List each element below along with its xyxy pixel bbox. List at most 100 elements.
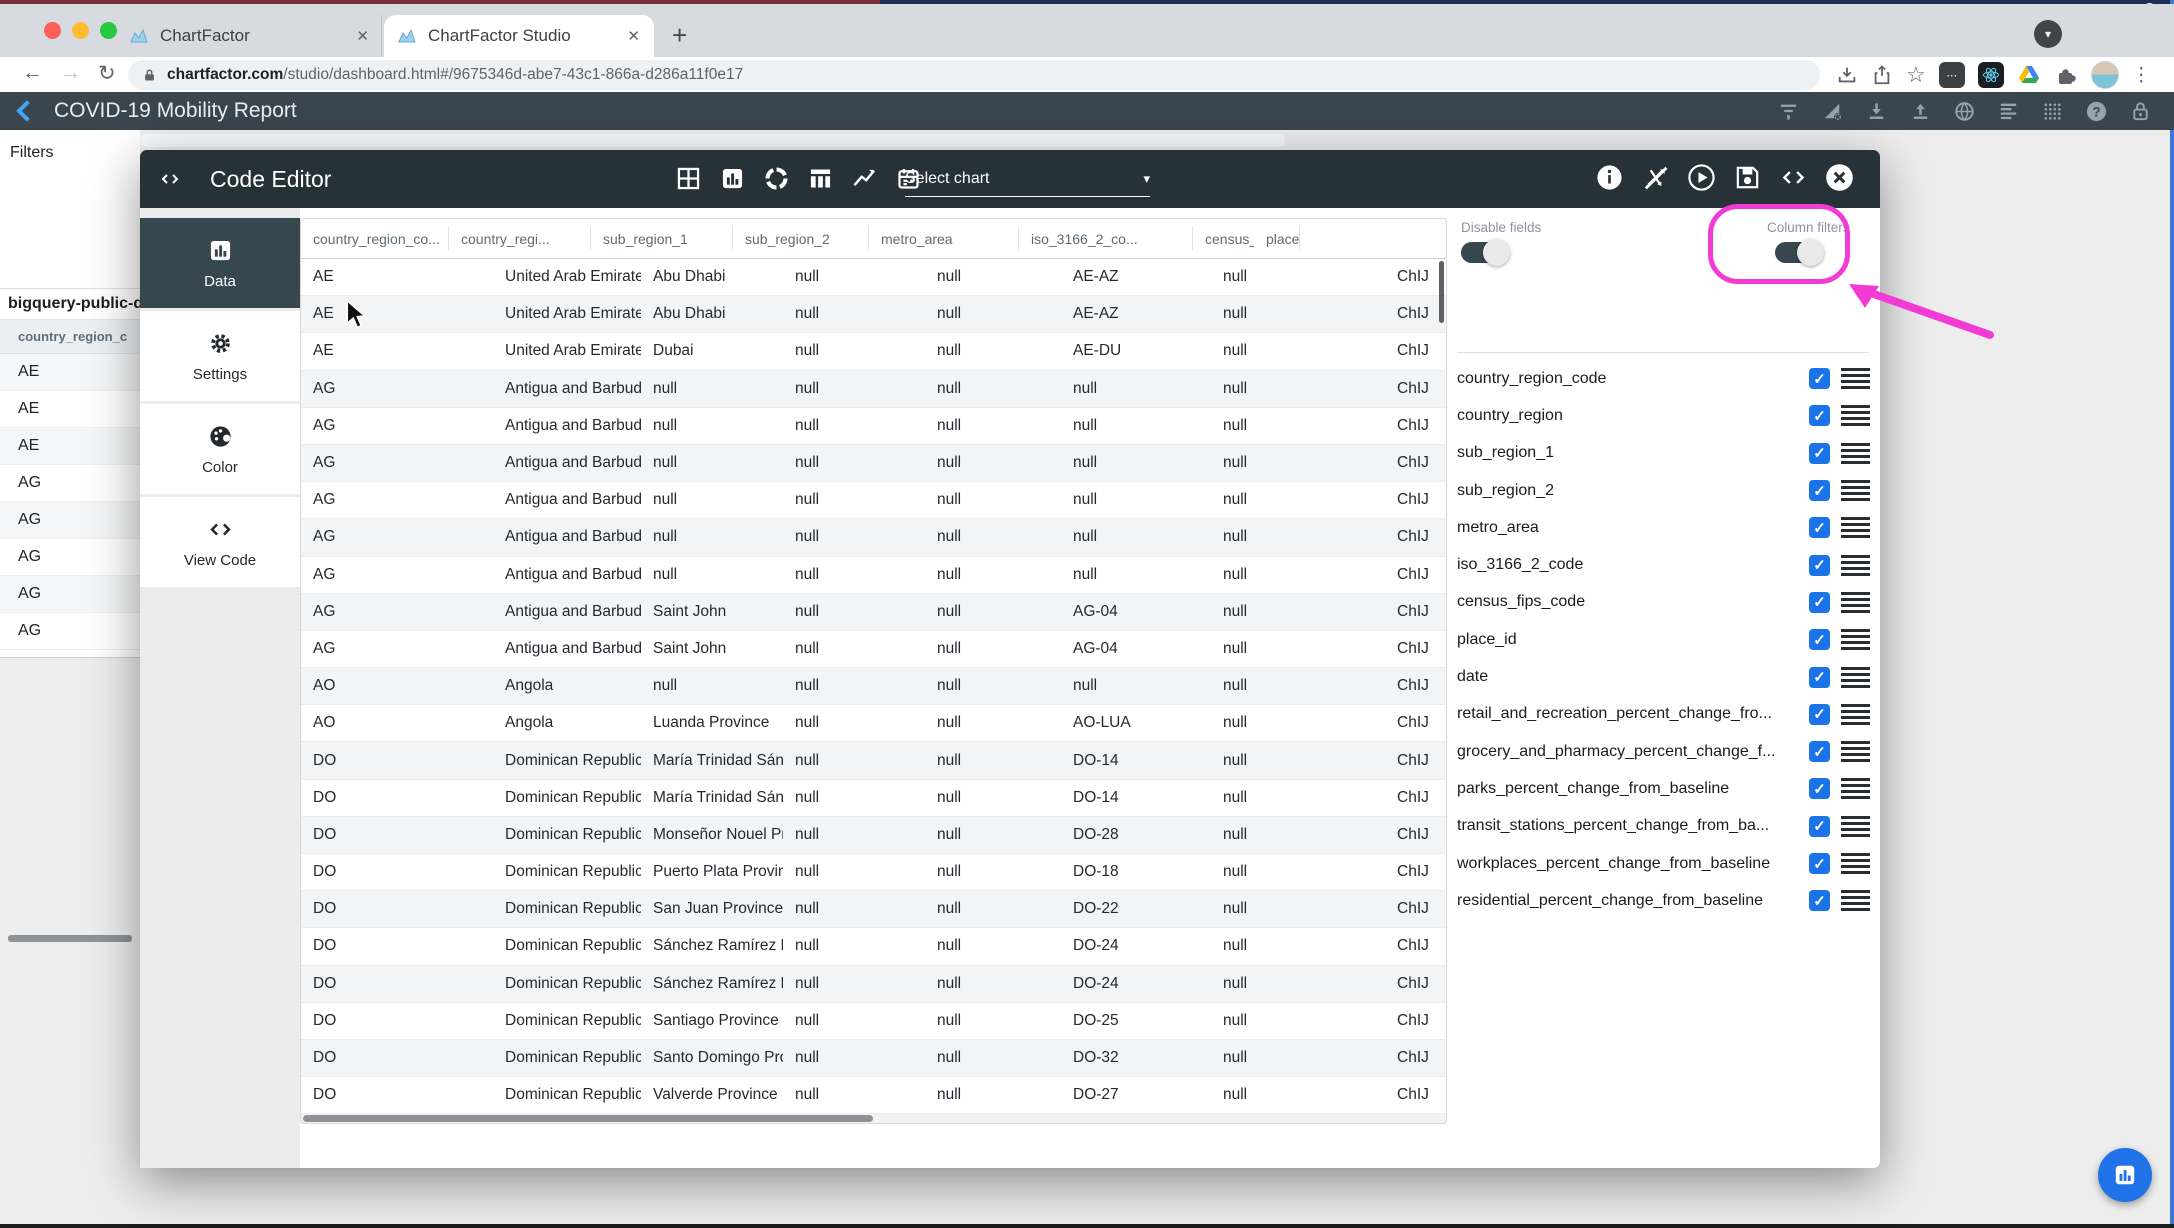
table-row[interactable]: AOAngola nullnull nullnull nullChIJ xyxy=(301,668,1446,705)
google-drive-icon[interactable] xyxy=(2017,63,2041,87)
mini-table-row[interactable]: AE xyxy=(0,428,140,465)
extension-dots-icon[interactable]: ⋯ xyxy=(1939,62,1965,88)
filter-icon[interactable] xyxy=(1777,100,1800,123)
drag-handle-icon[interactable] xyxy=(1841,890,1870,911)
download-icon[interactable] xyxy=(1865,100,1888,123)
chart-settings-icon[interactable] xyxy=(1821,100,1844,123)
mini-table-row[interactable]: AG xyxy=(0,613,140,650)
field-checkbox[interactable]: ✓ xyxy=(1809,629,1830,650)
drag-handle-icon[interactable] xyxy=(1841,555,1870,576)
nav-item-color[interactable]: Color xyxy=(140,404,300,494)
field-checkbox[interactable]: ✓ xyxy=(1809,555,1830,576)
tab-close-icon[interactable]: ✕ xyxy=(627,27,640,45)
mini-table-column-header[interactable]: country_region_c xyxy=(0,319,140,354)
table-row[interactable]: AGAntigua and Barbuda nullnull nullnull … xyxy=(301,482,1446,519)
nav-item-settings[interactable]: Settings xyxy=(140,311,300,401)
mini-table-row[interactable]: AG xyxy=(0,539,140,576)
browser-tab-chartfactor-studio[interactable]: ChartFactor Studio ✕ xyxy=(384,15,654,57)
view-code-icon[interactable] xyxy=(1779,163,1808,192)
help-icon[interactable]: ? xyxy=(2085,100,2108,123)
table-row[interactable]: DODominican Republic Santiago Provincenu… xyxy=(301,1003,1446,1040)
drag-handle-icon[interactable] xyxy=(1841,368,1870,389)
mini-table-row[interactable]: AE xyxy=(0,354,140,391)
mini-table-row[interactable]: AG xyxy=(0,576,140,613)
field-checkbox[interactable]: ✓ xyxy=(1809,592,1830,613)
field-checkbox[interactable]: ✓ xyxy=(1809,405,1830,426)
nav-item-view-code[interactable]: View Code xyxy=(140,497,300,587)
table-row[interactable]: DODominican Republic Puerto Plata Provin… xyxy=(301,854,1446,891)
globe-icon[interactable] xyxy=(1953,100,1976,123)
column-header[interactable]: sub_region_1 xyxy=(591,227,733,251)
extensions-puzzle-icon[interactable] xyxy=(2054,63,2078,87)
interactions-off-icon[interactable] xyxy=(1641,163,1670,192)
save-icon[interactable] xyxy=(1733,163,1762,192)
drag-handle-icon[interactable] xyxy=(1841,778,1870,799)
table-row[interactable]: AGAntigua and Barbuda nullnull nullnull … xyxy=(301,445,1446,482)
grid-dots-icon[interactable] xyxy=(2041,100,2064,123)
drag-handle-icon[interactable] xyxy=(1841,816,1870,837)
table-row[interactable]: DODominican Republic Monseñor Nouel Prov… xyxy=(301,817,1446,854)
minimize-window-button[interactable] xyxy=(72,22,89,39)
table-row[interactable]: AEUnited Arab Emirates Dubainull nullAE-… xyxy=(301,333,1446,370)
table-row[interactable]: AGAntigua and Barbuda nullnull nullnull … xyxy=(301,371,1446,408)
dashboard-scrollbar-track[interactable] xyxy=(140,134,1285,147)
field-checkbox[interactable]: ✓ xyxy=(1809,816,1830,837)
back-icon[interactable]: ← xyxy=(22,61,43,85)
select-chart-dropdown[interactable]: Select chart ▾ xyxy=(905,162,1150,197)
field-checkbox[interactable]: ✓ xyxy=(1809,853,1830,874)
mini-table-row[interactable]: AE xyxy=(0,391,140,428)
pivot-table-icon[interactable] xyxy=(807,165,834,192)
table-row[interactable]: AGAntigua and Barbuda nullnull nullnull … xyxy=(301,408,1446,445)
close-icon[interactable] xyxy=(1825,163,1854,192)
table-row[interactable]: DODominican Republic Valverde Provincenu… xyxy=(301,1077,1446,1114)
browser-menu-icon[interactable]: ⋮ xyxy=(2132,64,2151,87)
table-row[interactable]: DODominican Republic María Trinidad Sánc… xyxy=(301,742,1446,779)
downloads-tray-icon[interactable] xyxy=(1836,64,1858,86)
table-row[interactable]: AGAntigua and Barbuda nullnull nullnull … xyxy=(301,557,1446,594)
field-checkbox[interactable]: ✓ xyxy=(1809,890,1830,911)
mini-table-row[interactable]: AG xyxy=(0,465,140,502)
column-header[interactable]: census_fips_co... xyxy=(1193,227,1254,251)
bookmark-star-icon[interactable]: ☆ xyxy=(1906,64,1926,86)
drag-handle-icon[interactable] xyxy=(1841,480,1870,501)
info-icon[interactable] xyxy=(1595,163,1624,192)
column-header[interactable]: country_region_co... xyxy=(301,227,449,251)
table-row[interactable]: DODominican Republic Sánchez Ramírez Pro… xyxy=(301,966,1446,1003)
field-checkbox[interactable]: ✓ xyxy=(1809,517,1830,538)
table-row[interactable]: AEUnited Arab Emirates Abu Dhabinull nul… xyxy=(301,296,1446,333)
table-row[interactable]: DODominican Republic Santo Domingo Provi… xyxy=(301,1040,1446,1077)
reload-icon[interactable]: ↻ xyxy=(98,61,116,86)
trend-line-icon[interactable] xyxy=(851,165,878,192)
column-header[interactable]: sub_region_2 xyxy=(733,227,869,251)
table-row[interactable]: AEUnited Arab Emirates Abu Dhabinull nul… xyxy=(301,259,1446,296)
field-checkbox[interactable]: ✓ xyxy=(1809,704,1830,725)
drag-handle-icon[interactable] xyxy=(1841,443,1870,464)
new-tab-button[interactable]: + xyxy=(672,22,687,48)
table-row[interactable]: DODominican Republic Sánchez Ramírez Pro… xyxy=(301,928,1446,965)
table-vertical-scrollbar[interactable] xyxy=(1439,261,1444,323)
react-devtools-icon[interactable] xyxy=(1978,62,2004,88)
field-checkbox[interactable]: ✓ xyxy=(1809,741,1830,762)
field-checkbox[interactable]: ✓ xyxy=(1809,443,1830,464)
upload-icon[interactable] xyxy=(1909,100,1932,123)
table-row[interactable]: DODominican Republic San Juan Provincenu… xyxy=(301,891,1446,928)
drag-handle-icon[interactable] xyxy=(1841,704,1870,725)
maximize-window-button[interactable] xyxy=(100,22,117,39)
table-horizontal-scrollbar[interactable] xyxy=(303,1115,873,1122)
table-row[interactable]: DODominican Republic María Trinidad Sánc… xyxy=(301,780,1446,817)
drag-handle-icon[interactable] xyxy=(1841,741,1870,762)
column-header[interactable]: country_regi... xyxy=(449,227,591,251)
column-header[interactable]: iso_3166_2_co... xyxy=(1019,227,1193,251)
drag-handle-icon[interactable] xyxy=(1841,405,1870,426)
run-icon[interactable] xyxy=(1687,163,1716,192)
align-lines-icon[interactable] xyxy=(1997,100,2020,123)
table-row[interactable]: AOAngola Luanda Provincenull nullAO-LUA … xyxy=(301,705,1446,742)
close-window-button[interactable] xyxy=(44,22,61,39)
drag-handle-icon[interactable] xyxy=(1841,629,1870,650)
drag-handle-icon[interactable] xyxy=(1841,667,1870,688)
tab-search-button[interactable]: ▾ xyxy=(2034,20,2062,48)
lock-icon[interactable] xyxy=(2129,100,2152,123)
drag-handle-icon[interactable] xyxy=(1841,517,1870,538)
back-chevron-icon[interactable] xyxy=(12,97,40,125)
chart-fab[interactable] xyxy=(2098,1148,2152,1202)
